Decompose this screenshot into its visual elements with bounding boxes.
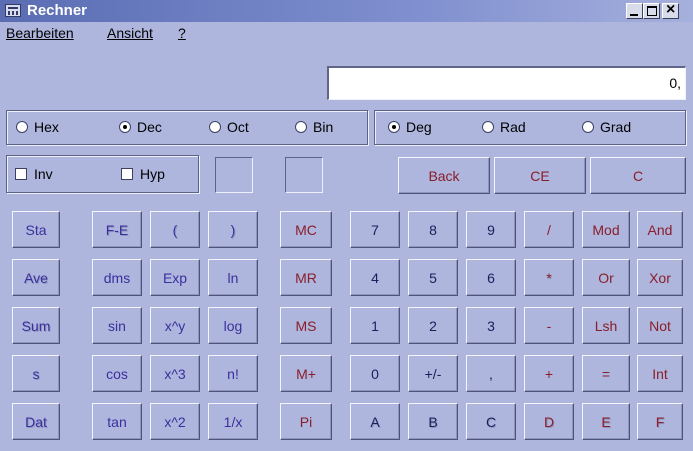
- key-sum-button[interactable]: Sum: [12, 307, 60, 344]
- checkbox-inv[interactable]: Inv: [15, 164, 53, 184]
- key-xor-button[interactable]: Xor: [637, 259, 683, 296]
- key-mr-button[interactable]: MR: [280, 259, 332, 296]
- key-5-button[interactable]: 5: [408, 259, 458, 296]
- close-button[interactable]: [662, 1, 679, 19]
- key-square-button[interactable]: x^2: [150, 403, 200, 440]
- key-7-button[interactable]: 7: [350, 211, 400, 248]
- key-e-button[interactable]: E: [582, 403, 630, 440]
- radio-deg[interactable]: Deg: [388, 117, 432, 137]
- clear-button[interactable]: C: [590, 157, 686, 194]
- key-dat-button[interactable]: Dat: [12, 403, 60, 440]
- key-multiply-button[interactable]: *: [524, 259, 574, 296]
- parenthesis-indicator: [285, 157, 323, 193]
- key-sin-button[interactable]: sin: [92, 307, 142, 344]
- key-int-button[interactable]: Int: [637, 355, 683, 392]
- result-display: 0,: [327, 66, 686, 100]
- key-2-button[interactable]: 2: [408, 307, 458, 344]
- key-divide-button[interactable]: /: [524, 211, 574, 248]
- key-add-button[interactable]: +: [524, 355, 574, 392]
- key-factorial-button[interactable]: n!: [208, 355, 258, 392]
- radio-label: Deg: [406, 119, 432, 135]
- key-open-paren-button[interactable]: (: [150, 211, 200, 248]
- checkbox-box: [121, 168, 133, 180]
- key-ave-button[interactable]: Ave: [12, 259, 60, 296]
- radio-label: Bin: [313, 119, 334, 135]
- key-subtract-button[interactable]: -: [524, 307, 574, 344]
- key-b-button[interactable]: B: [408, 403, 458, 440]
- key-s-button[interactable]: s: [12, 355, 60, 392]
- key-3-button[interactable]: 3: [466, 307, 516, 344]
- key-not-button[interactable]: Not: [637, 307, 683, 344]
- key-cube-button[interactable]: x^3: [150, 355, 200, 392]
- radio-circle: [582, 121, 594, 133]
- calculator-icon: [5, 4, 21, 17]
- key-a-button[interactable]: A: [350, 403, 400, 440]
- radio-grad[interactable]: Grad: [582, 117, 631, 137]
- key-mc-button[interactable]: MC: [280, 211, 332, 248]
- checkbox-label: Inv: [34, 166, 53, 182]
- key-c-button[interactable]: C: [466, 403, 516, 440]
- radio-label: Dec: [137, 119, 162, 135]
- radio-dec[interactable]: Dec: [119, 117, 162, 137]
- radio-circle: [388, 121, 400, 133]
- key-sign-button[interactable]: +/-: [408, 355, 458, 392]
- key-dms-button[interactable]: dms: [92, 259, 142, 296]
- window-title: Rechner: [27, 2, 88, 19]
- memory-indicator: [215, 157, 253, 193]
- title-bar[interactable]: [0, 0, 693, 22]
- radio-hex[interactable]: Hex: [16, 117, 59, 137]
- key-0-button[interactable]: 0: [350, 355, 400, 392]
- radio-label: Hex: [34, 119, 59, 135]
- key-lsh-button[interactable]: Lsh: [582, 307, 630, 344]
- key-d-button[interactable]: D: [524, 403, 574, 440]
- menu-bearbeiten[interactable]: Bearbeiten: [6, 24, 74, 42]
- radio-circle: [16, 121, 28, 133]
- radio-circle: [482, 121, 494, 133]
- key-6-button[interactable]: 6: [466, 259, 516, 296]
- maximize-button[interactable]: [643, 3, 660, 19]
- radio-circle: [119, 121, 131, 133]
- key-decimal-button[interactable]: ,: [466, 355, 516, 392]
- radio-circle: [295, 121, 307, 133]
- key-8-button[interactable]: 8: [408, 211, 458, 248]
- key-pi-button[interactable]: Pi: [280, 403, 332, 440]
- checkbox-label: Hyp: [140, 166, 165, 182]
- key-tan-button[interactable]: tan: [92, 403, 142, 440]
- key-sta-button[interactable]: Sta: [12, 211, 60, 248]
- key-mod-button[interactable]: Mod: [582, 211, 630, 248]
- key-1-button[interactable]: 1: [350, 307, 400, 344]
- back-button[interactable]: Back: [398, 157, 490, 194]
- key-close-paren-button[interactable]: ): [208, 211, 258, 248]
- radio-bin[interactable]: Bin: [295, 117, 333, 137]
- radio-label: Oct: [227, 119, 249, 135]
- key-m-plus-button[interactable]: M+: [280, 355, 332, 392]
- key-equals-button[interactable]: =: [582, 355, 630, 392]
- key-power-button[interactable]: x^y: [150, 307, 200, 344]
- radio-circle: [209, 121, 221, 133]
- radio-oct[interactable]: Oct: [209, 117, 249, 137]
- key-log-button[interactable]: log: [208, 307, 258, 344]
- checkbox-hyp[interactable]: Hyp: [121, 164, 165, 184]
- radio-rad[interactable]: Rad: [482, 117, 526, 137]
- checkbox-box: [15, 168, 27, 180]
- key-fe-button[interactable]: F-E: [92, 211, 142, 248]
- key-cos-button[interactable]: cos: [92, 355, 142, 392]
- radio-label: Grad: [600, 119, 632, 135]
- menu-ansicht[interactable]: Ansicht: [107, 24, 153, 42]
- key-9-button[interactable]: 9: [466, 211, 516, 248]
- key-ln-button[interactable]: ln: [208, 259, 258, 296]
- radio-label: Rad: [500, 119, 526, 135]
- minimize-button[interactable]: [626, 3, 643, 19]
- key-4-button[interactable]: 4: [350, 259, 400, 296]
- key-or-button[interactable]: Or: [582, 259, 630, 296]
- key-exp-button[interactable]: Exp: [150, 259, 200, 296]
- menu-help[interactable]: ?: [178, 24, 186, 42]
- key-and-button[interactable]: And: [637, 211, 683, 248]
- key-ms-button[interactable]: MS: [280, 307, 332, 344]
- key-reciprocal-button[interactable]: 1/x: [208, 403, 258, 440]
- clear-entry-button[interactable]: CE: [494, 157, 586, 194]
- key-f-button[interactable]: F: [637, 403, 683, 440]
